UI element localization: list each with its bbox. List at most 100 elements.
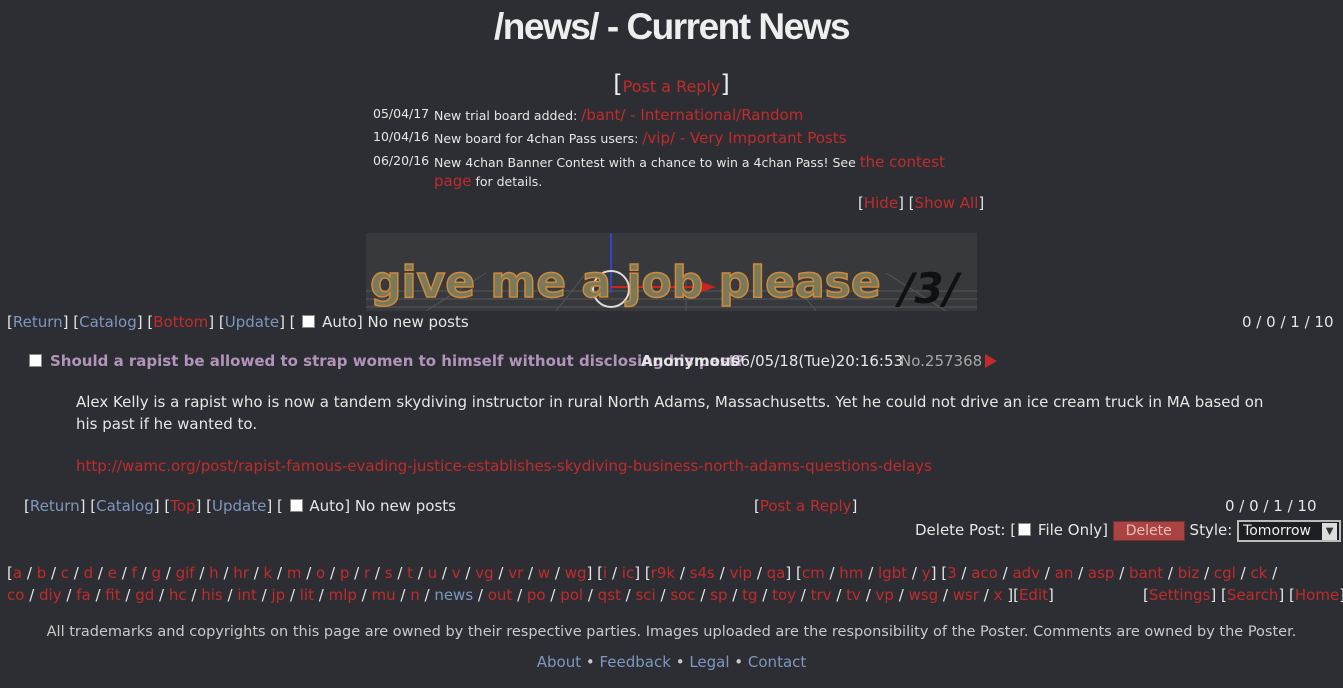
- board-link[interactable]: vr: [508, 564, 523, 582]
- news-link[interactable]: /vip/ - Very Important Posts: [642, 129, 846, 147]
- board-link[interactable]: b: [37, 564, 47, 582]
- board-link[interactable]: sp: [710, 586, 727, 604]
- board-link[interactable]: sci: [635, 586, 655, 604]
- board-link[interactable]: fa: [76, 586, 90, 604]
- footer-about-link[interactable]: About: [537, 653, 581, 671]
- board-link[interactable]: ic: [622, 564, 634, 582]
- style-select[interactable]: Tomorrow ▼: [1237, 520, 1342, 542]
- board-link[interactable]: v: [452, 564, 461, 582]
- board-link[interactable]: an: [1055, 564, 1074, 582]
- board-link[interactable]: 3: [947, 564, 957, 582]
- board-link[interactable]: p: [340, 564, 350, 582]
- board-link[interactable]: gd: [135, 586, 154, 604]
- post-menu-arrow-icon[interactable]: [985, 354, 997, 368]
- post-select-checkbox[interactable]: [29, 354, 42, 367]
- settings-link[interactable]: Settings: [1149, 586, 1211, 604]
- board-link[interactable]: a: [13, 564, 22, 582]
- file-only-checkbox[interactable]: [1018, 523, 1032, 536]
- news-item: New trial board added: /bant/ - Internat…: [434, 106, 804, 124]
- board-link[interactable]: w: [538, 564, 550, 582]
- board-link[interactable]: mu: [371, 586, 395, 604]
- board-link[interactable]: his: [201, 586, 223, 604]
- board-link[interactable]: mlp: [329, 586, 357, 604]
- news-link[interactable]: /bant/ - International/Random: [581, 106, 803, 124]
- board-link[interactable]: y: [922, 564, 931, 582]
- board-link[interactable]: m: [287, 564, 302, 582]
- board-link[interactable]: fit: [105, 586, 120, 604]
- board-link[interactable]: r9k: [651, 564, 675, 582]
- board-link[interactable]: tg: [742, 586, 757, 604]
- top-link[interactable]: Top: [170, 497, 195, 515]
- footer-legal-link[interactable]: Legal: [689, 653, 729, 671]
- board-link[interactable]: diy: [39, 586, 62, 604]
- catalog-link[interactable]: Catalog: [79, 313, 137, 331]
- board-link[interactable]: c: [61, 564, 69, 582]
- board-link[interactable]: qa: [767, 564, 786, 582]
- hide-news-link[interactable]: Hide: [864, 194, 898, 212]
- board-link[interactable]: h: [209, 564, 219, 582]
- board-link[interactable]: n: [410, 586, 420, 604]
- board-link[interactable]: vg: [475, 564, 493, 582]
- board-link[interactable]: s4s: [690, 564, 715, 582]
- return-link[interactable]: Return: [30, 497, 80, 515]
- board-link[interactable]: wsg: [909, 586, 939, 604]
- bottom-link[interactable]: Bottom: [153, 313, 208, 331]
- board-link[interactable]: e: [108, 564, 117, 582]
- board-link[interactable]: toy: [772, 586, 796, 604]
- footer-feedback-link[interactable]: Feedback: [599, 653, 670, 671]
- board-link[interactable]: u: [428, 564, 438, 582]
- show-all-news-link[interactable]: Show All: [915, 194, 979, 212]
- delete-button[interactable]: Delete: [1112, 521, 1185, 541]
- board-link[interactable]: po: [527, 586, 546, 604]
- board-link[interactable]: wg: [565, 564, 587, 582]
- search-link[interactable]: Search: [1227, 586, 1279, 604]
- board-link[interactable]: pol: [560, 586, 583, 604]
- board-link[interactable]: g: [151, 564, 161, 582]
- board-link[interactable]: k: [264, 564, 273, 582]
- board-link[interactable]: tv: [846, 586, 861, 604]
- board-link[interactable]: adv: [1012, 564, 1040, 582]
- return-link[interactable]: Return: [13, 313, 63, 331]
- board-link[interactable]: hr: [233, 564, 249, 582]
- board-link[interactable]: news: [434, 586, 473, 604]
- board-link[interactable]: ck: [1250, 564, 1267, 582]
- board-link[interactable]: hm: [839, 564, 863, 582]
- board-link[interactable]: aco: [971, 564, 998, 582]
- board-link[interactable]: o: [316, 564, 325, 582]
- board-link[interactable]: soc: [670, 586, 695, 604]
- board-link[interactable]: bant: [1129, 564, 1163, 582]
- board-link[interactable]: out: [488, 586, 513, 604]
- board-link[interactable]: cgl: [1214, 564, 1236, 582]
- board-link[interactable]: co: [7, 586, 24, 604]
- board-link[interactable]: vip: [729, 564, 752, 582]
- catalog-link[interactable]: Catalog: [96, 497, 154, 515]
- post-reply-link[interactable]: Post a Reply: [623, 77, 721, 96]
- home-link[interactable]: Home: [1295, 586, 1339, 604]
- update-link[interactable]: Update: [225, 313, 279, 331]
- board-link[interactable]: qst: [598, 586, 621, 604]
- board-link[interactable]: lgbt: [878, 564, 907, 582]
- board-link[interactable]: s: [385, 564, 393, 582]
- board-link[interactable]: wsr: [953, 586, 979, 604]
- update-link[interactable]: Update: [212, 497, 266, 515]
- board-link[interactable]: trv: [811, 586, 832, 604]
- edit-boards-link[interactable]: Edit: [1019, 586, 1048, 604]
- board-link[interactable]: gif: [176, 564, 195, 582]
- board-link[interactable]: hc: [169, 586, 187, 604]
- board-link[interactable]: vp: [876, 586, 894, 604]
- news-item: New 4chan Banner Contest with a chance t…: [434, 153, 945, 190]
- post-url-link[interactable]: http://wamc.org/post/rapist-famous-evadi…: [76, 457, 932, 475]
- board-link[interactable]: asp: [1088, 564, 1115, 582]
- board-link[interactable]: jp: [271, 586, 285, 604]
- board-link[interactable]: int: [237, 586, 257, 604]
- post-reply-link[interactable]: Post a Reply: [760, 497, 852, 515]
- board-link[interactable]: biz: [1178, 564, 1200, 582]
- board-link[interactable]: d: [84, 564, 94, 582]
- footer-contact-link[interactable]: Contact: [748, 653, 806, 671]
- post-number[interactable]: No.257368: [900, 352, 982, 370]
- auto-update-checkbox[interactable]: [302, 315, 316, 328]
- board-link[interactable]: cm: [802, 564, 825, 582]
- board-link[interactable]: lit: [300, 586, 314, 604]
- board-banner[interactable]: give me a job please /3/: [366, 233, 977, 311]
- auto-update-checkbox[interactable]: [289, 499, 303, 512]
